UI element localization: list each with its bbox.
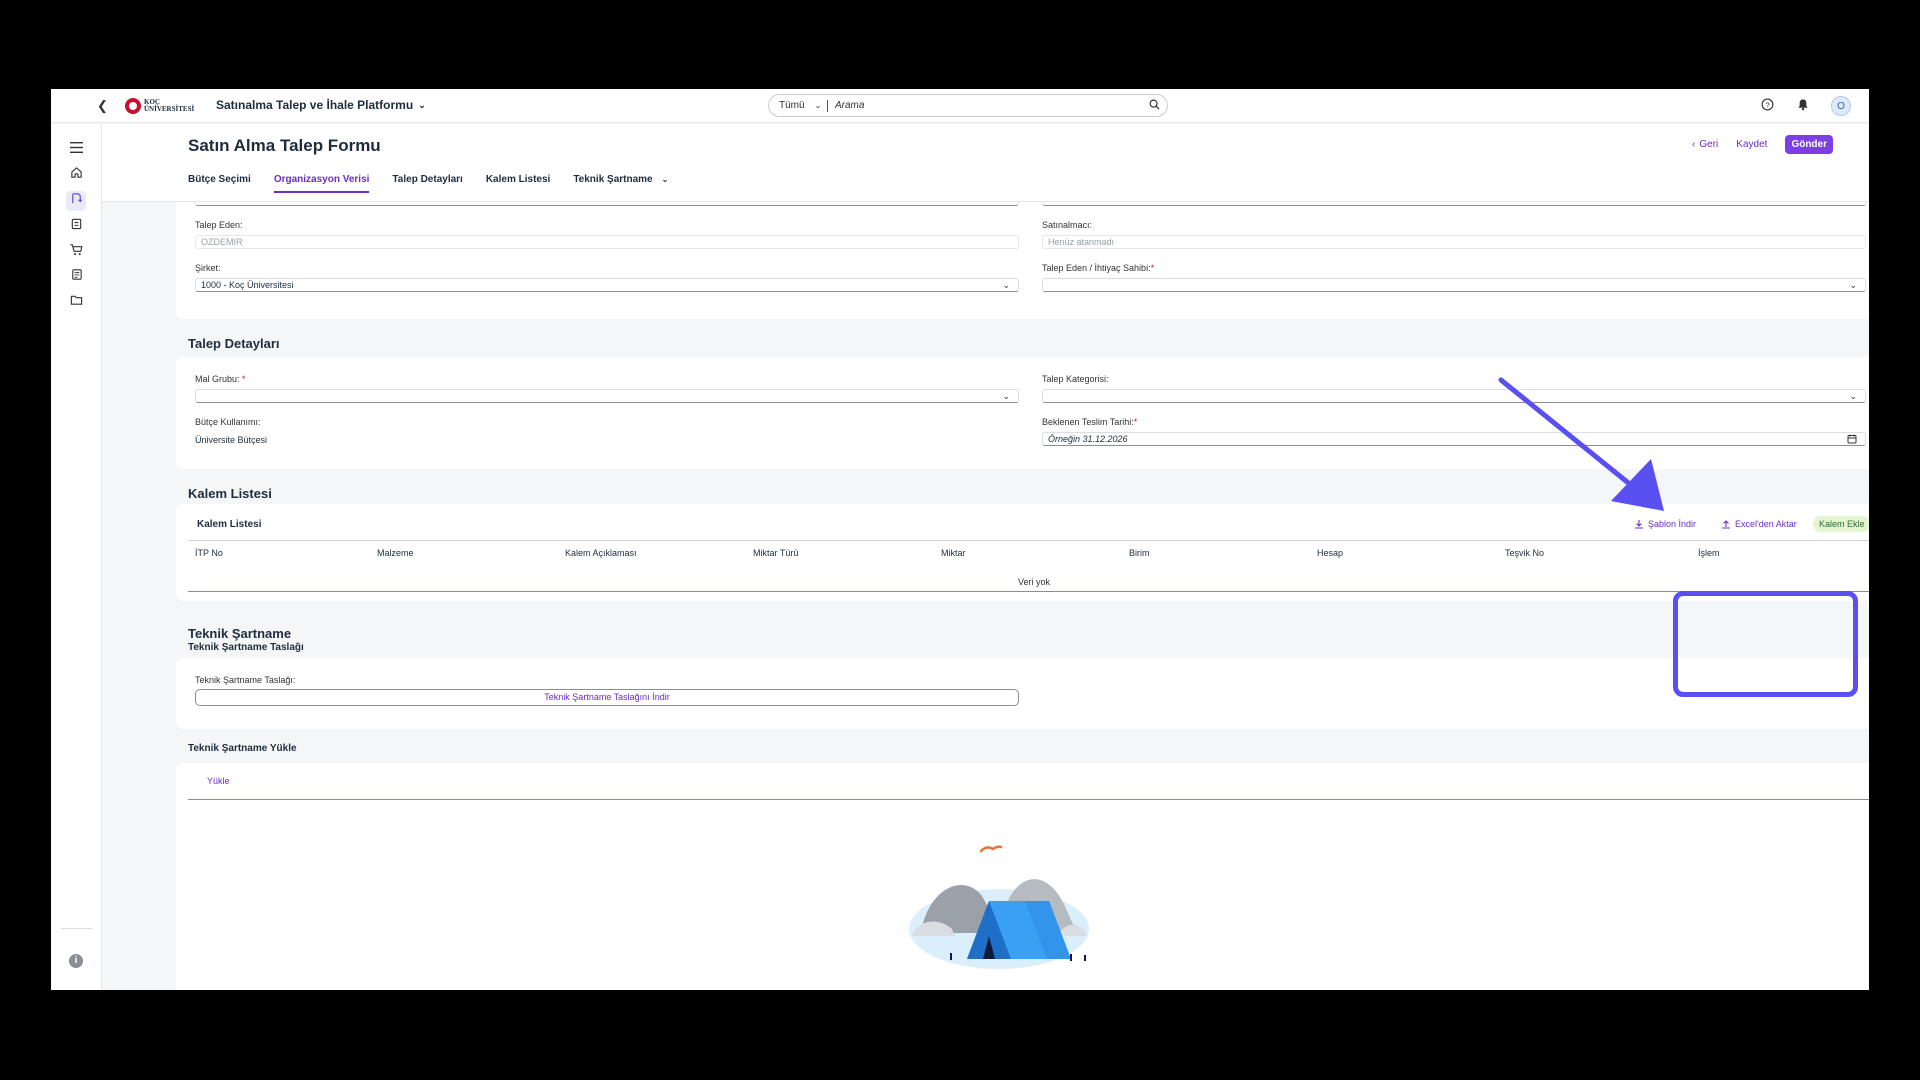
app-window: ❮ KOÇ ÜNİVERSİTESİ Satınalma Talep ve İh… [51,89,1869,990]
annotation-highlight-box [1673,591,1858,697]
annotation-arrow [1498,377,1664,511]
